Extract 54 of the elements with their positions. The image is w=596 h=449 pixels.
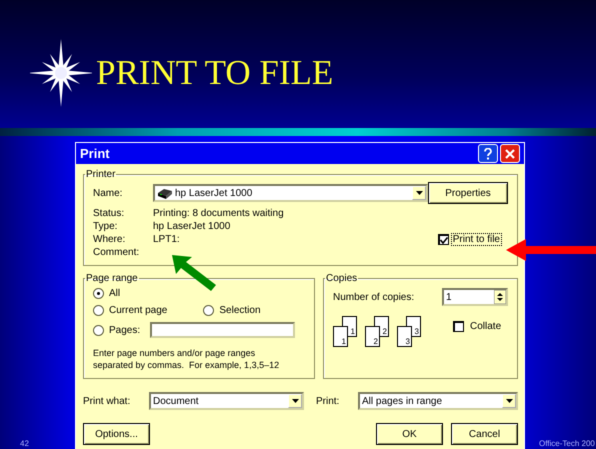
page-stack-drawing: 3 3 — [397, 316, 423, 348]
info-label: Status: — [93, 208, 126, 219]
radio-button[interactable] — [93, 324, 104, 336]
close-button[interactable] — [500, 144, 520, 163]
print-label: Print: — [316, 396, 340, 406]
radio-button[interactable] — [203, 305, 214, 316]
info-label: Comment: — [93, 247, 140, 258]
printer-icon — [157, 187, 173, 199]
group-label: Copies — [325, 273, 358, 284]
help-button[interactable] — [478, 144, 498, 163]
group-label: Page range — [85, 273, 139, 284]
radio-button[interactable] — [93, 305, 104, 316]
copies-spin-field[interactable]: 1 — [442, 288, 508, 306]
ok-button[interactable]: OK — [376, 423, 443, 445]
checkbox-label: Print to file — [450, 233, 502, 246]
page-stack-drawing: 2 2 — [365, 316, 391, 348]
pages-input-field[interactable] — [150, 322, 296, 338]
radio-button[interactable] — [93, 288, 104, 299]
checkbox[interactable] — [453, 321, 464, 332]
print-what-label: Print what: — [83, 396, 132, 406]
print-what-dropdown[interactable]: Document — [149, 392, 304, 410]
slide-number: 42 — [20, 439, 29, 449]
spinner-arrows-icon — [494, 290, 506, 304]
close-icon — [505, 148, 515, 158]
cancel-button[interactable]: Cancel — [451, 423, 518, 445]
help-icon — [484, 148, 492, 160]
window-title: Print — [80, 146, 110, 161]
group-label: Printer — [85, 169, 116, 180]
printer-dropdown[interactable]: hp LaserJet 1000 — [153, 184, 428, 202]
checkbox-label: Collate — [469, 320, 502, 333]
properties-button[interactable]: Properties — [428, 182, 508, 204]
page-stack-drawing: 1 1 — [333, 316, 359, 348]
arrow-icon — [172, 255, 216, 291]
info-label: Where: — [93, 234, 126, 245]
info-value: LPT1: — [153, 234, 181, 245]
info-label: Type: — [93, 221, 118, 232]
caret-icon — [292, 399, 298, 403]
arrow-icon — [506, 238, 596, 262]
hint-text: Enter page numbers and/or page ranges separated by commas. For example, 1,3,5–12 — [93, 347, 280, 371]
radio-label: Current page — [109, 305, 168, 316]
checkbox[interactable] — [438, 234, 449, 245]
caret-icon — [506, 399, 512, 403]
slide-title: PRINT TO FILE — [96, 53, 334, 93]
print-dropdown[interactable]: All pages in range — [358, 392, 518, 410]
radio-label: All — [109, 288, 120, 299]
caret-icon — [416, 191, 422, 195]
radio-label: Pages: — [109, 324, 140, 336]
info-value: Printing: 8 documents waiting — [153, 208, 284, 219]
radio-label: Selection — [219, 305, 261, 316]
name-label: Name: — [93, 188, 124, 198]
copies-label: Number of copies: — [333, 292, 414, 302]
options-button[interactable]: Options... — [83, 423, 150, 445]
info-value: hp LaserJet 1000 — [153, 221, 232, 232]
footer-text: Office-Tech 200 — [539, 439, 595, 449]
